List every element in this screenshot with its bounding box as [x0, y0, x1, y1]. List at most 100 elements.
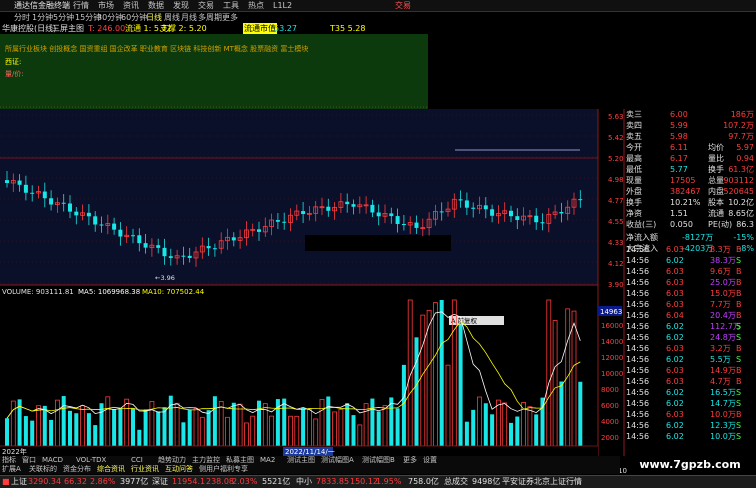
price-axis-label: 4.33: [608, 239, 624, 247]
indicator-tab[interactable]: 私募主图: [226, 456, 254, 465]
indicator-tab[interactable]: 指标: [2, 456, 16, 465]
sz-pct: 2.03%: [232, 477, 258, 486]
tick-row[interactable]: 14:56 6.03 25.0万 B: [624, 277, 756, 288]
volume-bar-down: [156, 411, 161, 446]
sh-label: 上证: [11, 477, 27, 486]
extension-tab[interactable]: 资金分布: [63, 465, 91, 474]
indicator-tab[interactable]: 趋势动力: [158, 456, 186, 465]
tick-time: 14:56: [626, 355, 650, 364]
indicator-tab[interactable]: MACD: [42, 456, 63, 465]
volume-bar-down: [490, 414, 495, 446]
tick-row[interactable]: 14:56 6.03 7.7万 B: [624, 299, 756, 310]
extension-tab[interactable]: 扩展A: [2, 465, 21, 474]
extension-tab[interactable]: 关联标的: [29, 465, 57, 474]
tick-side: S: [736, 399, 742, 408]
price-axis-label: 4.12: [608, 260, 624, 268]
candle-body-down: [401, 224, 406, 226]
indicator-tab[interactable]: MA2: [260, 456, 275, 465]
sz-value: 11954.1: [172, 477, 206, 486]
tick-volume: 25.0万: [710, 278, 736, 287]
extension-tab[interactable]: 侧用户福利专享: [199, 465, 248, 474]
extension-tab[interactable]: 综合资讯: [97, 465, 125, 474]
indicator-tab[interactable]: 测试幅图A: [321, 456, 354, 465]
tick-row[interactable]: 14:56 6.02 112.7万 S: [624, 321, 756, 332]
volume-bar-down: [509, 422, 513, 446]
volume-bar-up: [527, 406, 533, 447]
indicator-tab[interactable]: 测试幅图B: [362, 456, 395, 465]
tick-side: S: [736, 322, 742, 331]
candle-body-down: [376, 212, 381, 217]
volume-bar-up: [243, 422, 249, 447]
tick-row[interactable]: 14:56 6.03 9.6万 B: [624, 266, 756, 277]
quote-right-label: 换手: [708, 165, 724, 174]
tick-row[interactable]: 14:56 6.02 24.8万 S: [624, 332, 756, 343]
volume-bar-up: [36, 405, 41, 447]
tick-side: S: [736, 355, 742, 364]
volume-bar-up: [432, 302, 438, 447]
tick-row[interactable]: 14:56 6.04 20.4万 B: [624, 310, 756, 321]
tick-row[interactable]: 14:56 6.03 8.3万 B: [624, 244, 756, 255]
indicator-tab[interactable]: CCI: [131, 456, 143, 465]
quote-value: 6.00: [670, 110, 688, 119]
quote-right-label: 均价: [708, 143, 724, 152]
candle-body-down: [156, 245, 161, 248]
candle-body-down: [181, 255, 186, 257]
indicator-tab[interactable]: 设置: [423, 456, 437, 465]
tick-side: B: [736, 377, 742, 386]
candle-body-down: [61, 202, 66, 204]
volume-bar-up: [502, 402, 508, 447]
volume-current-label: 14963: [600, 308, 622, 316]
candle-body-down: [345, 201, 350, 205]
tick-row[interactable]: 14:56 6.02 10.0万 S: [624, 431, 756, 442]
volume-bar-up: [174, 402, 180, 447]
tick-list[interactable]: 14:56 6.03 8.3万 B 14:56 6.02 38.3万 S 14:56 6.03 9.…: [624, 244, 756, 447]
net-inflow-pct: -15%: [733, 233, 754, 242]
tick-price: 6.02: [666, 388, 684, 397]
tick-row[interactable]: 14:56 6.02 38.3万 S: [624, 255, 756, 266]
volume-bar-down: [5, 418, 9, 446]
tick-side: S: [736, 388, 742, 397]
sz-amount: 5521亿: [262, 477, 291, 486]
volume-bar-down: [143, 409, 148, 446]
volume-bar-up: [193, 408, 199, 447]
adjust-popup-label: A 前复权: [451, 316, 478, 325]
volume-bar-down: [93, 425, 98, 446]
indicator-tab[interactable]: 测试主图: [287, 456, 315, 465]
quote-right-value: 8.65亿: [728, 209, 754, 218]
tick-row[interactable]: 14:56 6.02 12.3万 S: [624, 420, 756, 431]
price-axis-label: 5.63: [608, 113, 624, 121]
tick-row[interactable]: 14:56 6.03 3.2万 B: [624, 343, 756, 354]
tick-row[interactable]: 14:56 6.02 14.7万 S: [624, 398, 756, 409]
indicator-tab[interactable]: 窗口: [22, 456, 36, 465]
x-axis-start-label: 2022年: [2, 447, 27, 456]
candle-body-down: [162, 247, 167, 257]
quote-value: 5.99: [670, 121, 688, 130]
volume-bar-up: [269, 415, 275, 447]
tick-volume: 10.0万: [710, 432, 736, 441]
price-axis-label: 4.77: [608, 197, 624, 205]
quote-right-value: 903112: [723, 176, 754, 185]
tick-row[interactable]: 14:56 6.03 4.7万 B: [624, 376, 756, 387]
quote-label: 换手: [626, 198, 642, 207]
tick-row[interactable]: 14:56 6.03 10.0万 B: [624, 409, 756, 420]
quote-value: 10.21%: [670, 198, 701, 207]
indicator-tab[interactable]: VOL-TDX: [76, 456, 106, 465]
volume-bar-down: [458, 324, 463, 446]
extension-tab[interactable]: 行业资讯: [131, 465, 159, 474]
indicator-tab[interactable]: 更多: [403, 456, 417, 465]
candle-body-down: [86, 212, 91, 217]
price-low-label: ←3.96: [155, 274, 175, 282]
tick-row[interactable]: 14:56 6.03 15.0万 B: [624, 288, 756, 299]
quote-right-value: 5.97: [736, 143, 754, 152]
tick-volume: 38.3万: [710, 256, 736, 265]
tick-row[interactable]: 14:56 6.02 5.5万 S: [624, 354, 756, 365]
watermark: www.7gpzb.com: [639, 458, 741, 471]
tick-price: 6.03: [666, 289, 684, 298]
tick-volume: 12.3万: [710, 421, 736, 430]
quote-row: 最高 6.17 量比 0.94: [624, 153, 756, 164]
tick-price: 6.02: [666, 355, 684, 364]
extension-tab[interactable]: 互动问答: [165, 465, 193, 474]
tick-row[interactable]: 14:56 6.02 16.5万 S: [624, 387, 756, 398]
indicator-tab[interactable]: 主力监控: [192, 456, 220, 465]
tick-row[interactable]: 14:56 6.03 14.9万 B: [624, 365, 756, 376]
